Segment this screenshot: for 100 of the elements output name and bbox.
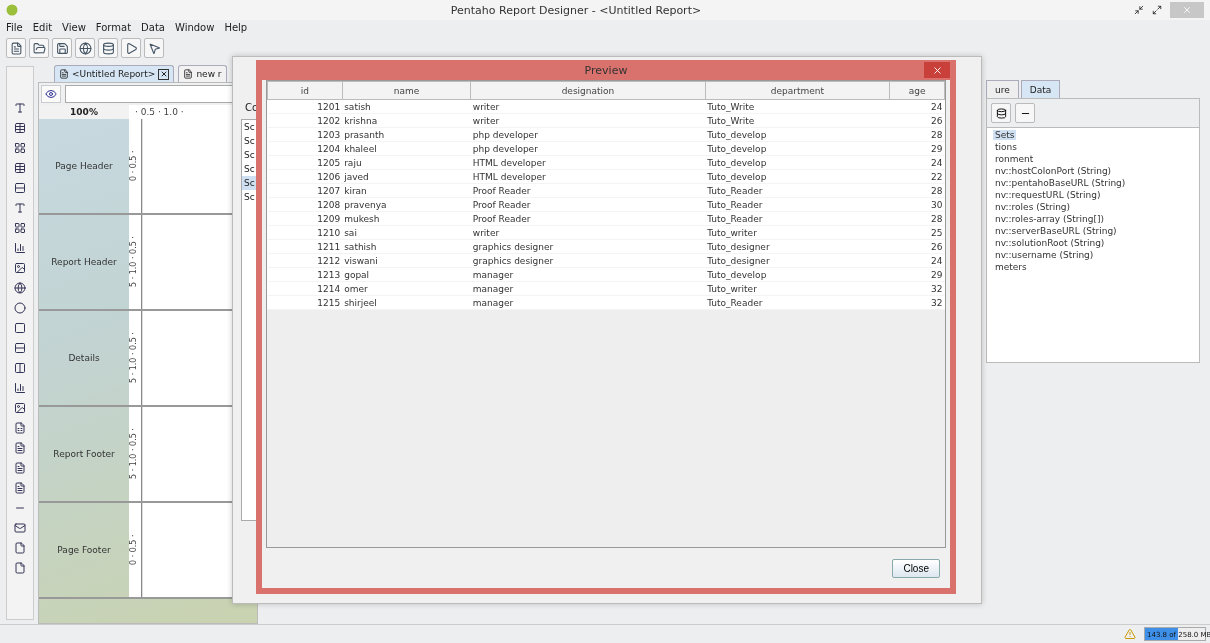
- tree-item[interactable]: nv::serverBaseURL (String): [993, 226, 1119, 236]
- table-cell: 24: [889, 99, 945, 114]
- toolbar-button[interactable]: [98, 38, 118, 58]
- toolbar-button[interactable]: [991, 103, 1011, 123]
- globe-icon[interactable]: [12, 281, 28, 295]
- close-tab-icon[interactable]: [158, 68, 170, 80]
- column-header[interactable]: department: [705, 81, 890, 100]
- table-cell: satish: [342, 99, 471, 114]
- document-icon[interactable]: [12, 441, 28, 455]
- tree-item[interactable]: tions: [993, 142, 1019, 152]
- menu-item[interactable]: View: [62, 21, 86, 33]
- tree-item[interactable]: nv::username (String): [993, 250, 1096, 260]
- toolbar-button[interactable]: [75, 38, 95, 58]
- tree-item[interactable]: Sets: [993, 130, 1017, 140]
- envelope-icon[interactable]: [12, 521, 28, 535]
- page-icon[interactable]: [12, 561, 28, 575]
- table-cell: HTML developer: [470, 169, 706, 184]
- table-cell: 29: [889, 141, 945, 156]
- panel-tab[interactable]: Data: [1020, 80, 1061, 98]
- tree-item[interactable]: nv::pentahoBaseURL (String): [993, 178, 1128, 188]
- table-cell: Tuto_writer: [705, 225, 890, 240]
- menu-item[interactable]: File: [6, 21, 23, 33]
- vertical-ruler: 5 · 1.0 · 0.5 ·: [129, 407, 142, 501]
- table-cell: 1212: [267, 253, 343, 268]
- spreadsheet-icon[interactable]: [12, 421, 28, 435]
- close-button[interactable]: Close: [892, 558, 940, 578]
- toolbar-button[interactable]: [29, 38, 49, 58]
- table-cell: 1203: [267, 127, 343, 142]
- table-cell: khaleel: [342, 141, 471, 156]
- column-header[interactable]: name: [342, 81, 471, 100]
- close-icon: [931, 64, 943, 76]
- table-cell: viswani: [342, 253, 471, 268]
- table-cell: mukesh: [342, 211, 471, 226]
- table-cell: 1202: [267, 113, 343, 128]
- table-cell: sai: [342, 225, 471, 240]
- table-cell: 1207: [267, 183, 343, 198]
- toolbar-button[interactable]: [144, 38, 164, 58]
- menu-item[interactable]: Window: [175, 21, 215, 33]
- table-cell: 24: [889, 155, 945, 170]
- table-cell: writer: [470, 225, 706, 240]
- table-cell: Tuto_develop: [705, 141, 890, 156]
- table-cell: Tuto_writer: [705, 281, 890, 296]
- column-header[interactable]: age: [889, 81, 945, 100]
- eye-icon: [45, 88, 57, 100]
- column-header[interactable]: id: [267, 81, 343, 100]
- toolbar-button[interactable]: [6, 38, 26, 58]
- close-icon: [1182, 5, 1192, 15]
- minimize-icon[interactable]: [1134, 5, 1144, 15]
- close-button[interactable]: [924, 62, 950, 78]
- tree-item[interactable]: nv::hostColonPort (String): [993, 166, 1114, 176]
- tree-item[interactable]: nv::roles (String): [993, 202, 1073, 212]
- table-cell: HTML developer: [470, 155, 706, 170]
- document-icon: [183, 69, 194, 79]
- document-icon[interactable]: [12, 481, 28, 495]
- grid-icon[interactable]: [12, 141, 28, 155]
- panel-tab[interactable]: ure: [986, 80, 1019, 98]
- image-icon[interactable]: [12, 261, 28, 275]
- table-cell: 1210: [267, 225, 343, 240]
- columns-icon[interactable]: [12, 361, 28, 375]
- rows-icon[interactable]: [12, 181, 28, 195]
- tree-item[interactable]: nv::requestURL (String): [993, 190, 1103, 200]
- image-icon[interactable]: [12, 401, 28, 415]
- menu-item[interactable]: Help: [224, 21, 248, 33]
- grid-icon[interactable]: [12, 221, 28, 235]
- ellipse-icon[interactable]: [12, 301, 28, 315]
- band-label: Report Footer: [52, 448, 116, 461]
- menu-item[interactable]: Edit: [32, 21, 53, 33]
- maximize-icon[interactable]: [1152, 5, 1162, 15]
- table-cell: php developer: [470, 141, 706, 156]
- table-cell: 28: [889, 127, 945, 142]
- toolbar-button[interactable]: [52, 38, 72, 58]
- tree-item[interactable]: meters: [993, 262, 1029, 272]
- band-label: Details: [67, 352, 101, 365]
- preview-toggle-button[interactable]: [41, 85, 61, 103]
- chart-icon[interactable]: [12, 241, 28, 255]
- table-cell: sathish: [342, 239, 471, 254]
- table-cell: Proof Reader: [470, 183, 706, 198]
- tree-item[interactable]: ronment: [993, 154, 1036, 164]
- column-header[interactable]: designation: [470, 81, 706, 100]
- editor-tab[interactable]: new r: [178, 65, 227, 82]
- text-icon[interactable]: [12, 201, 28, 215]
- editor-tab[interactable]: <Untitled Report>: [54, 65, 175, 82]
- table-cell: shirjeel: [342, 295, 471, 310]
- menu-item[interactable]: Data: [141, 21, 165, 33]
- menu-item[interactable]: Format: [95, 21, 132, 33]
- document-icon[interactable]: [12, 461, 28, 475]
- table-cell: kiran: [342, 183, 471, 198]
- table-icon[interactable]: [12, 161, 28, 175]
- table-icon[interactable]: [12, 121, 28, 135]
- table-cell: Proof Reader: [470, 211, 706, 226]
- page-icon[interactable]: [12, 541, 28, 555]
- chart-icon[interactable]: [12, 381, 28, 395]
- tree-item[interactable]: nv::solutionRoot (String): [993, 238, 1107, 248]
- tree-item[interactable]: nv::roles-array (String[]): [993, 214, 1106, 224]
- zoom-level: 100%: [69, 106, 99, 119]
- rows-icon[interactable]: [12, 341, 28, 355]
- text-icon[interactable]: [12, 101, 28, 115]
- rectangle-icon[interactable]: [12, 321, 28, 335]
- table-cell: 1213: [267, 267, 343, 282]
- table-cell: Tuto_designer: [705, 239, 890, 254]
